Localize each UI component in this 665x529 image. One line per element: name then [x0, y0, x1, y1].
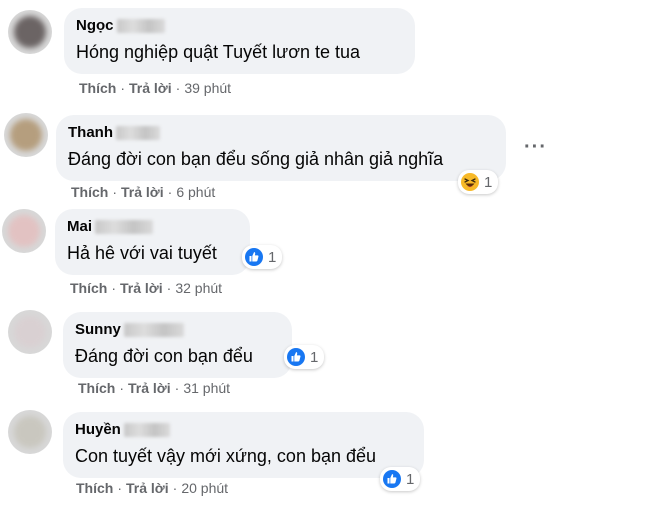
comment-author[interactable]: Mai: [67, 217, 238, 236]
comment-time[interactable]: 32 phút: [175, 280, 222, 296]
avatar[interactable]: [8, 410, 52, 454]
reaction-count: 1: [310, 348, 319, 366]
comment-bubble: Ngọc Hóng nghiệp quật Tuyết lươn te tua: [64, 8, 415, 74]
author-name[interactable]: Thanh: [68, 123, 113, 142]
reaction-count: 1: [484, 173, 493, 191]
like-button[interactable]: Thích: [79, 80, 116, 96]
reply-button[interactable]: Trả lời: [126, 480, 169, 496]
comment-author[interactable]: Thanh: [68, 123, 494, 142]
comment-text: Con tuyết vậy mới xứng, con bạn đểu: [75, 446, 377, 466]
avatar[interactable]: [8, 310, 52, 354]
comment-actions: Thích · Trả lời · 39 phút: [79, 80, 231, 96]
reaction-badge[interactable]: 1: [458, 170, 499, 194]
like-button[interactable]: Thích: [76, 480, 113, 496]
comment-author[interactable]: Huyền: [75, 420, 412, 439]
comment-text: Hả hê với vai tuyết: [67, 243, 217, 263]
reply-button[interactable]: Trả lời: [121, 184, 164, 200]
comment-actions: Thích · Trả lời · 6 phút: [71, 184, 215, 200]
reply-button[interactable]: Trả lời: [129, 80, 172, 96]
haha-icon: [461, 173, 479, 191]
like-icon: [287, 348, 305, 366]
comment-bubble: Thanh Đáng đời con bạn đểu sống giả nhân…: [56, 115, 506, 181]
reply-button[interactable]: Trả lời: [120, 280, 163, 296]
separator: ·: [111, 280, 117, 296]
author-name[interactable]: Sunny: [75, 320, 121, 339]
separator: ·: [174, 380, 180, 396]
comment-time[interactable]: 39 phút: [184, 80, 231, 96]
avatar[interactable]: [2, 209, 46, 253]
separator: ·: [112, 184, 118, 200]
redacted-name: [123, 422, 170, 437]
reaction-count: 1: [406, 470, 415, 488]
comment-text: Hóng nghiệp quật Tuyết lươn te tua: [76, 42, 361, 62]
comment-actions: Thích · Trả lời · 31 phút: [78, 380, 230, 396]
comment-list: Ngọc Hóng nghiệp quật Tuyết lươn te tua …: [0, 0, 665, 529]
comment-author[interactable]: Ngọc: [76, 16, 403, 35]
author-name[interactable]: Ngọc: [76, 16, 114, 35]
separator: ·: [166, 280, 172, 296]
comment-bubble: Sunny Đáng đời con bạn đểu: [63, 312, 292, 378]
reply-button[interactable]: Trả lời: [128, 380, 171, 396]
separator: ·: [119, 380, 125, 396]
reaction-badge[interactable]: 1: [242, 245, 283, 269]
comment-actions: Thích · Trả lời · 20 phút: [76, 480, 228, 496]
comment-text: Đáng đời con bạn đểu sống giả nhân giả n…: [68, 149, 444, 169]
avatar[interactable]: [8, 10, 52, 54]
comment-actions: Thích · Trả lời · 32 phút: [70, 280, 222, 296]
avatar[interactable]: [4, 113, 48, 157]
separator: ·: [120, 80, 126, 96]
comment-bubble: Mai Hả hê với vai tuyết: [55, 209, 250, 275]
redacted-name: [116, 125, 160, 140]
reaction-badge[interactable]: 1: [284, 345, 325, 369]
comment-author[interactable]: Sunny: [75, 320, 280, 339]
redacted-name: [95, 219, 154, 234]
reaction-count: 1: [268, 248, 277, 266]
comment-text: Đáng đời con bạn đểu: [75, 346, 253, 366]
redacted-name: [123, 322, 184, 337]
like-icon: [383, 470, 401, 488]
more-options-icon[interactable]: ···: [524, 137, 547, 157]
reaction-badge[interactable]: 1: [380, 467, 421, 491]
like-button[interactable]: Thích: [71, 184, 108, 200]
separator: ·: [117, 480, 123, 496]
separator: ·: [167, 184, 173, 200]
author-name[interactable]: Mai: [67, 217, 92, 236]
like-icon: [245, 248, 263, 266]
separator: ·: [172, 480, 178, 496]
separator: ·: [175, 80, 181, 96]
author-name[interactable]: Huyền: [75, 420, 121, 439]
comment-time[interactable]: 20 phút: [181, 480, 228, 496]
like-button[interactable]: Thích: [78, 380, 115, 396]
comment-time[interactable]: 31 phút: [183, 380, 230, 396]
redacted-name: [116, 18, 165, 33]
comment-time[interactable]: 6 phút: [176, 184, 215, 200]
like-button[interactable]: Thích: [70, 280, 107, 296]
comment-bubble: Huyền Con tuyết vậy mới xứng, con bạn để…: [63, 412, 424, 478]
